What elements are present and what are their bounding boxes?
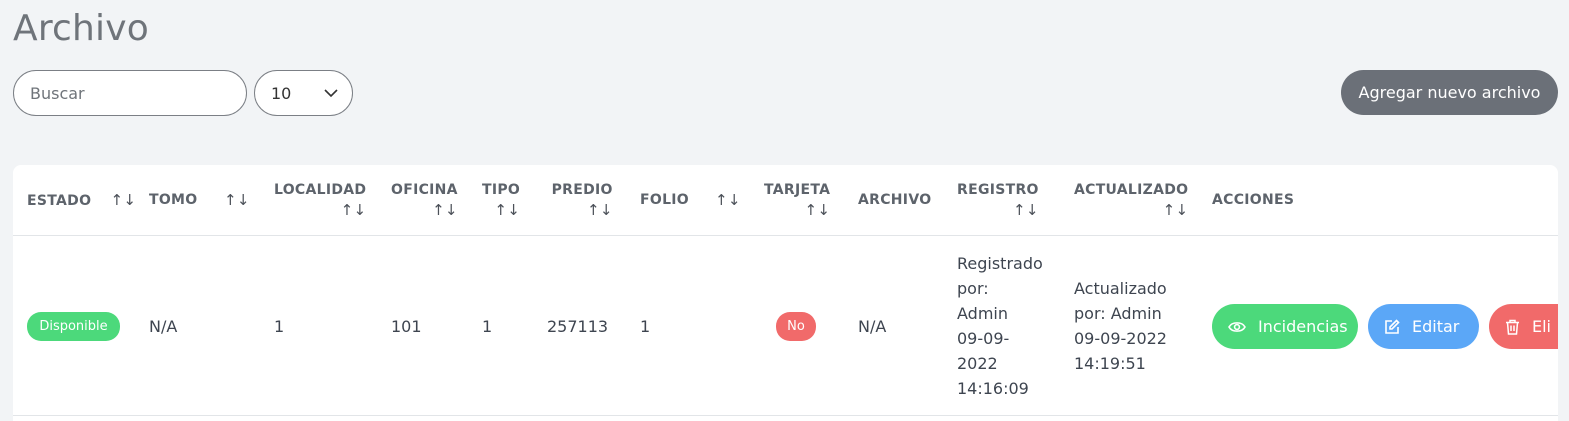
sort-icon[interactable]: ↑↓ bbox=[715, 190, 741, 210]
sort-icon[interactable]: ↑↓ bbox=[547, 200, 613, 220]
registro-line: por: bbox=[957, 279, 989, 298]
registro-line: Admin bbox=[957, 304, 1008, 323]
add-file-button[interactable]: Agregar nuevo archivo bbox=[1341, 70, 1558, 115]
table-header: ESTADO ↑↓ TOMO ↑↓ LOCALIDAD ↑↓ OFICINA ↑… bbox=[13, 165, 1558, 236]
page-title: Archivo bbox=[13, 8, 149, 49]
delete-label: Eli bbox=[1532, 317, 1551, 336]
actualizado-line: Actualizado bbox=[1074, 279, 1167, 298]
actualizado-line: por: Admin bbox=[1074, 304, 1162, 323]
header-oficina-label: OFICINA bbox=[391, 182, 458, 198]
header-tipo-label: TIPO bbox=[482, 182, 521, 198]
header-tarjeta[interactable]: TARJETA ↑↓ bbox=[764, 180, 830, 220]
cell-archivo: N/A bbox=[858, 317, 887, 336]
header-estado[interactable]: ESTADO ↑↓ bbox=[27, 190, 136, 211]
cell-folio: 1 bbox=[640, 317, 651, 336]
trash-icon bbox=[1505, 319, 1520, 335]
sort-icon[interactable]: ↑↓ bbox=[274, 200, 366, 220]
header-estado-label: ESTADO bbox=[27, 193, 92, 209]
header-tipo[interactable]: TIPO ↑↓ bbox=[482, 180, 520, 220]
edit-icon bbox=[1384, 318, 1400, 335]
search-input[interactable] bbox=[13, 70, 247, 116]
sort-icon[interactable]: ↑↓ bbox=[391, 200, 458, 220]
edit-button[interactable]: Editar bbox=[1368, 304, 1479, 349]
eye-icon bbox=[1228, 320, 1246, 334]
header-archivo-label: ARCHIVO bbox=[858, 192, 932, 208]
files-table: ESTADO ↑↓ TOMO ↑↓ LOCALIDAD ↑↓ OFICINA ↑… bbox=[13, 165, 1558, 421]
header-registro-label: REGISTRO bbox=[957, 182, 1039, 198]
edit-label: Editar bbox=[1412, 317, 1460, 336]
registro-line: 2022 bbox=[957, 354, 998, 373]
per-page-select[interactable]: 10 bbox=[254, 70, 353, 116]
sort-icon[interactable]: ↑↓ bbox=[764, 200, 830, 220]
sort-icon[interactable]: ↑↓ bbox=[957, 200, 1039, 220]
header-actualizado[interactable]: ACTUALIZADO ↑↓ bbox=[1074, 180, 1188, 220]
incidencias-button[interactable]: Incidencias bbox=[1212, 304, 1358, 349]
sort-icon[interactable]: ↑↓ bbox=[110, 191, 136, 209]
status-badge: Disponible bbox=[27, 312, 120, 341]
incidencias-label: Incidencias bbox=[1258, 317, 1348, 336]
header-localidad-label: LOCALIDAD bbox=[274, 182, 367, 198]
header-tomo-label[interactable]: TOMO bbox=[149, 190, 197, 210]
row-divider bbox=[13, 415, 1558, 416]
header-acciones-label: ACCIONES bbox=[1212, 192, 1295, 208]
header-localidad[interactable]: LOCALIDAD ↑↓ bbox=[274, 180, 366, 220]
cell-localidad: 1 bbox=[274, 317, 285, 336]
actualizado-line: 09-09-2022 bbox=[1074, 329, 1167, 348]
cell-tomo: N/A bbox=[149, 317, 178, 336]
registro-line: 09-09- bbox=[957, 329, 1010, 348]
header-tarjeta-label: TARJETA bbox=[764, 182, 831, 198]
cell-actualizado: Actualizado por: Admin 09-09-2022 14:19:… bbox=[1074, 276, 1167, 376]
header-registro[interactable]: REGISTRO ↑↓ bbox=[957, 180, 1039, 220]
sort-icon[interactable]: ↑↓ bbox=[1074, 200, 1188, 220]
header-folio-label[interactable]: FOLIO bbox=[640, 190, 689, 210]
cell-oficina: 101 bbox=[391, 317, 422, 336]
header-oficina[interactable]: OFICINA ↑↓ bbox=[391, 180, 458, 220]
cell-tipo: 1 bbox=[482, 317, 493, 336]
cell-registro: Registrado por: Admin 09-09- 2022 14:16:… bbox=[957, 251, 1043, 401]
delete-button[interactable]: Eli bbox=[1489, 304, 1558, 349]
actualizado-line: 14:19:51 bbox=[1074, 354, 1146, 373]
header-predio[interactable]: PREDIO ↑↓ bbox=[547, 180, 613, 220]
header-predio-label: PREDIO bbox=[551, 182, 613, 198]
sort-icon[interactable]: ↑↓ bbox=[224, 190, 250, 210]
tarjeta-badge: No bbox=[776, 312, 816, 341]
cell-predio: 257113 bbox=[547, 317, 609, 336]
chevron-down-icon bbox=[324, 88, 338, 98]
per-page-value: 10 bbox=[271, 83, 292, 103]
sort-icon[interactable]: ↑↓ bbox=[482, 200, 520, 220]
header-actualizado-label: ACTUALIZADO bbox=[1074, 182, 1189, 198]
registro-line: Registrado bbox=[957, 254, 1043, 273]
registro-line: 14:16:09 bbox=[957, 379, 1029, 398]
